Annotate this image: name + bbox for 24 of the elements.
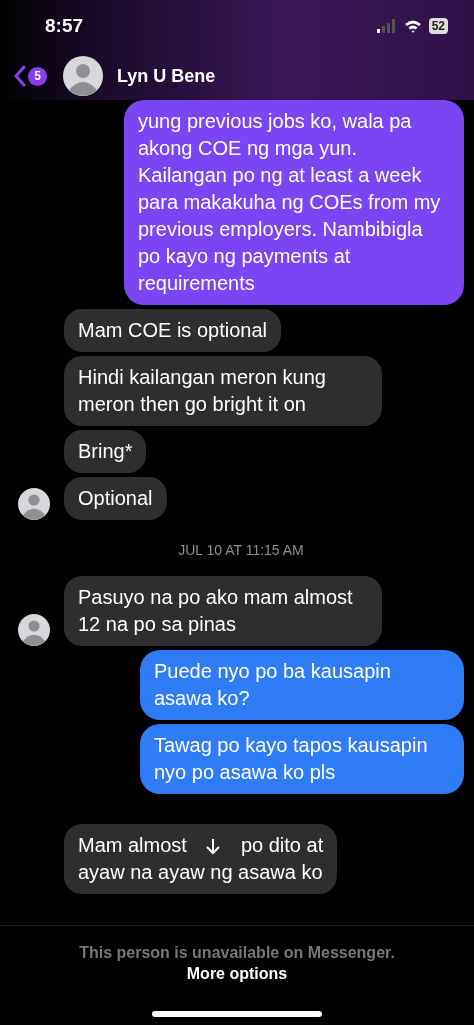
more-options-link[interactable]: More options [186,965,288,982]
message-bubble: Optional [64,477,167,520]
back-button[interactable]: 5 [14,65,47,87]
avatar-icon [63,56,103,96]
message-bubble: Tawag po kayo tapos kausapin nyo po asawa ko pls [140,724,464,794]
message-bubble: Mam COE is optional [64,309,281,352]
chevron-left-icon [14,65,26,87]
wifi-icon [403,19,422,33]
avatar-icon [18,488,50,520]
message-bubble: Hindi kailangan meron kung meron then go bright it on [64,356,382,426]
battery-level: 52 [428,18,448,34]
signal-icon [376,19,397,33]
message-bubble: yung previous jobs ko, wala pa akong COE ng mga yun. Kailangan po ng at least a week para makakuha ng COEs from my previous employers. Nambibigla po kayo ng payments at requirements [124,100,464,305]
message-timestamp: JUL 10 AT 11:15 AM [177,541,305,560]
unread-count: 5 [28,66,47,86]
message-bubble: Mam almost po dito at ayaw na ayaw ng asawa ko [64,824,338,894]
message-bubble: Pasuyo na po ako mam almost 12 na po sa pinas [64,576,382,646]
unavailable-notice: This person is unavailable on Messenger. More options [78,943,396,984]
message-bubble: Puede nyo po ba kausapin asawa ko? [140,650,464,720]
arrow-down-icon [203,837,222,855]
status-time: 8:57 [45,15,84,37]
avatar-icon [18,614,50,646]
contact-name[interactable]: Lyn U Bene [117,65,216,87]
message-bubble: Bring* [64,430,147,473]
